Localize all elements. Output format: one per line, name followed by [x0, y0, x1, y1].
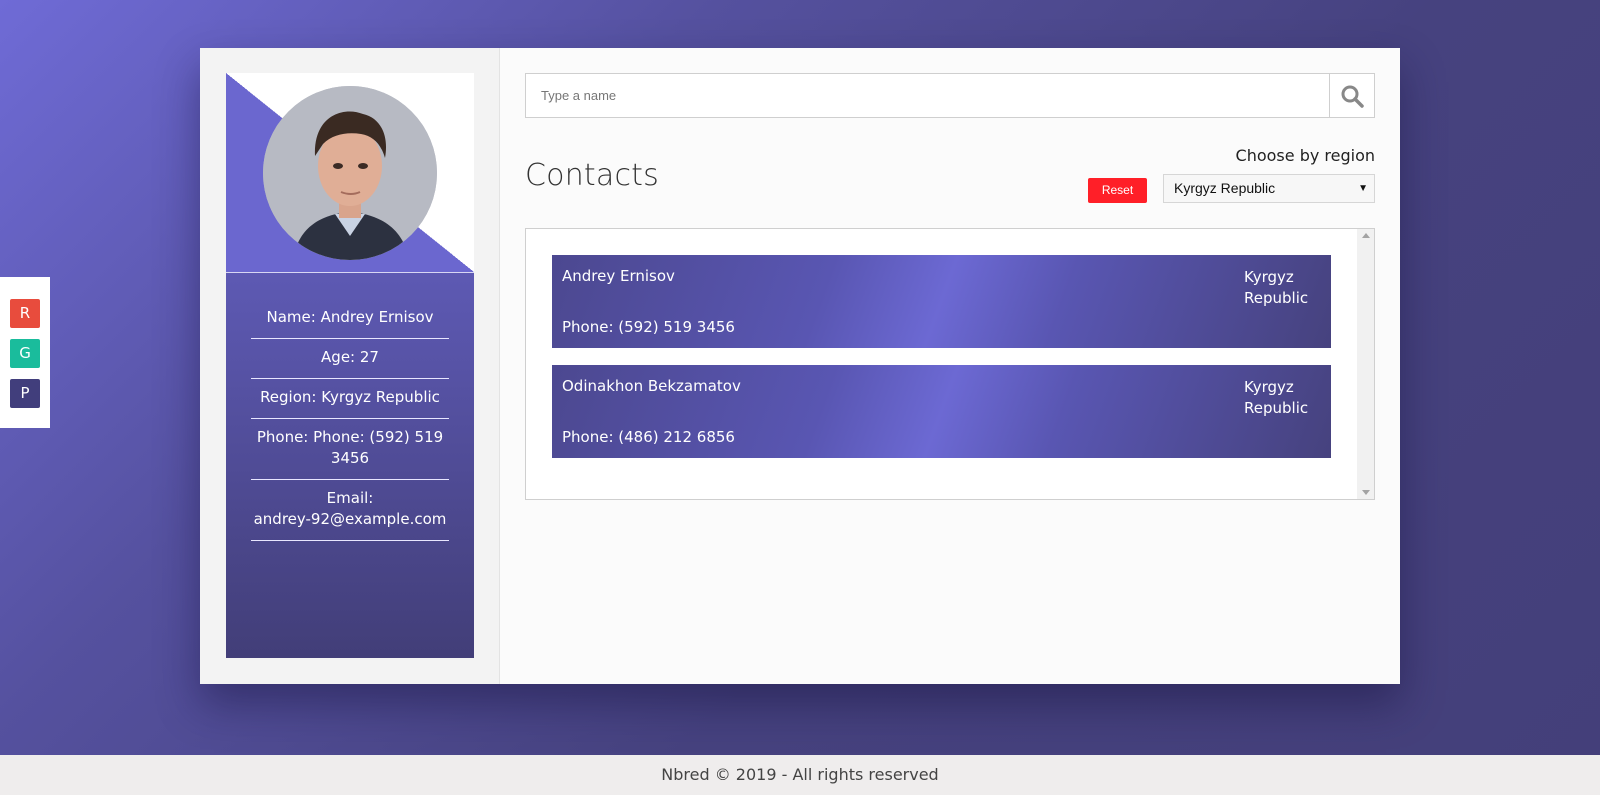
profile-age: Age: 27 [251, 339, 449, 379]
contact-region: Kyrgyz Republic [1244, 268, 1309, 307]
profile-region: Region: Kyrgyz Republic [251, 379, 449, 419]
contact-name: Andrey Ernisov [562, 267, 675, 285]
scroll-up-icon[interactable] [1362, 233, 1370, 238]
contacts-panel: Contacts Choose by region Reset Kyrgyz R… [500, 48, 1400, 684]
contact-phone: Phone: (592) 519 3456 [562, 318, 735, 336]
main-card: Name: Andrey Ernisov Age: 27 Region: Kyr… [200, 48, 1400, 684]
search-input[interactable] [526, 74, 1329, 117]
chevron-down-icon: ▼ [1358, 183, 1368, 194]
profile-phone: Phone: Phone: (592) 519 3456 [251, 419, 449, 480]
profile-email: andrey-92@example.com [253, 510, 447, 528]
footer: Nbred © 2019 - All rights reserved [0, 755, 1600, 795]
list-item[interactable]: Odinakhon Bekzamatov Kyrgyz Republic Pho… [552, 365, 1331, 458]
theme-green-button[interactable]: G [10, 339, 40, 368]
profile-info: Name: Andrey Ernisov Age: 27 Region: Kyr… [226, 273, 474, 541]
contact-region: Kyrgyz Republic [1244, 378, 1309, 417]
contacts-list: Andrey Ernisov Kyrgyz Republic Phone: (5… [525, 228, 1375, 500]
region-select-value: Kyrgyz Republic [1174, 180, 1276, 196]
search-button[interactable] [1329, 74, 1374, 117]
profile-sidebar: Name: Andrey Ernisov Age: 27 Region: Kyr… [200, 48, 500, 684]
contact-phone: Phone: (486) 212 6856 [562, 428, 735, 446]
theme-purple-button[interactable]: P [10, 379, 40, 408]
profile-name: Name: Andrey Ernisov [251, 299, 449, 339]
scroll-down-icon[interactable] [1362, 490, 1370, 495]
profile-photo-area [226, 73, 474, 273]
contacts-header: Contacts Choose by region Reset Kyrgyz R… [525, 118, 1375, 228]
region-select[interactable]: Kyrgyz Republic ▼ [1163, 174, 1375, 203]
contact-name: Odinakhon Bekzamatov [562, 377, 741, 395]
avatar [263, 86, 437, 260]
theme-switcher: R G P [0, 277, 50, 428]
search-bar [525, 73, 1375, 118]
page-title: Contacts [525, 158, 659, 193]
profile-email-row: Email: andrey-92@example.com [251, 480, 449, 541]
profile-email-label: Email: [326, 489, 374, 507]
reset-button[interactable]: Reset [1088, 178, 1147, 203]
theme-red-button[interactable]: R [10, 299, 40, 328]
region-filter-label: Choose by region [1235, 146, 1375, 165]
list-scrollbar[interactable] [1357, 229, 1374, 499]
list-item[interactable]: Andrey Ernisov Kyrgyz Republic Phone: (5… [552, 255, 1331, 348]
profile-card: Name: Andrey Ernisov Age: 27 Region: Kyr… [226, 73, 474, 658]
search-icon [1341, 85, 1364, 108]
